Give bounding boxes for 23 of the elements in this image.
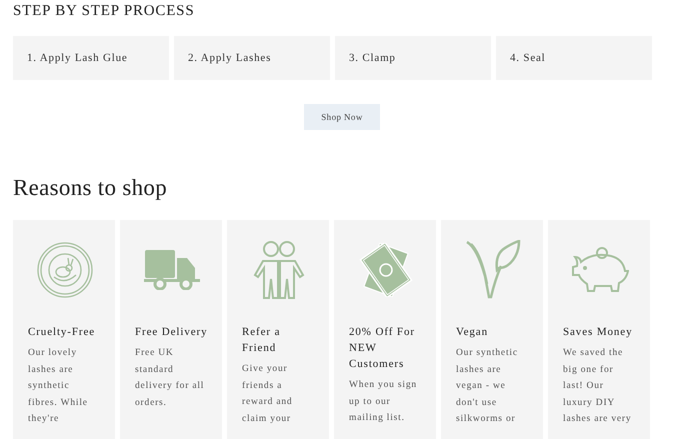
card-title: Refer a Friend <box>242 325 282 356</box>
step-card: 3. Clamp <box>335 36 491 80</box>
shop-now-button[interactable]: Shop Now <box>304 104 380 130</box>
section-heading: Reasons to shop <box>13 174 168 202</box>
card-description: Give your friends a reward and claim your <box>242 363 294 426</box>
step-card: 4. Seal <box>496 36 652 80</box>
card-description: Our synthetic lashes are vegan - we don't use silkworms or <box>456 347 519 426</box>
card-title: Cruelty-Free <box>28 325 96 340</box>
section-heading: STEP BY STEP PROCESS <box>13 2 196 20</box>
step-card: 1. Apply Lash Glue <box>13 36 169 80</box>
truck-icon <box>144 250 200 290</box>
two-figures-icon <box>252 241 304 299</box>
card-title: Vegan <box>456 325 489 340</box>
step-card: 2. Apply Lashes <box>174 36 330 80</box>
card-description: Free UK standard delivery for all orders. <box>135 347 206 410</box>
card-title: 20% Off For NEW Customers <box>349 325 416 372</box>
piggy-bank-icon <box>570 247 628 293</box>
card-description: Our lovely lashes are synthetic fibres. While they're <box>28 347 89 426</box>
card-description: When you sign up to our mailing list. <box>349 379 418 426</box>
card-description: We saved the big one for last! Our luxury DIY lashes are very <box>563 347 632 426</box>
card-title: Free Delivery <box>135 325 208 340</box>
card-title: Saves Money <box>563 325 634 340</box>
leaf-letter-icon <box>464 240 520 300</box>
